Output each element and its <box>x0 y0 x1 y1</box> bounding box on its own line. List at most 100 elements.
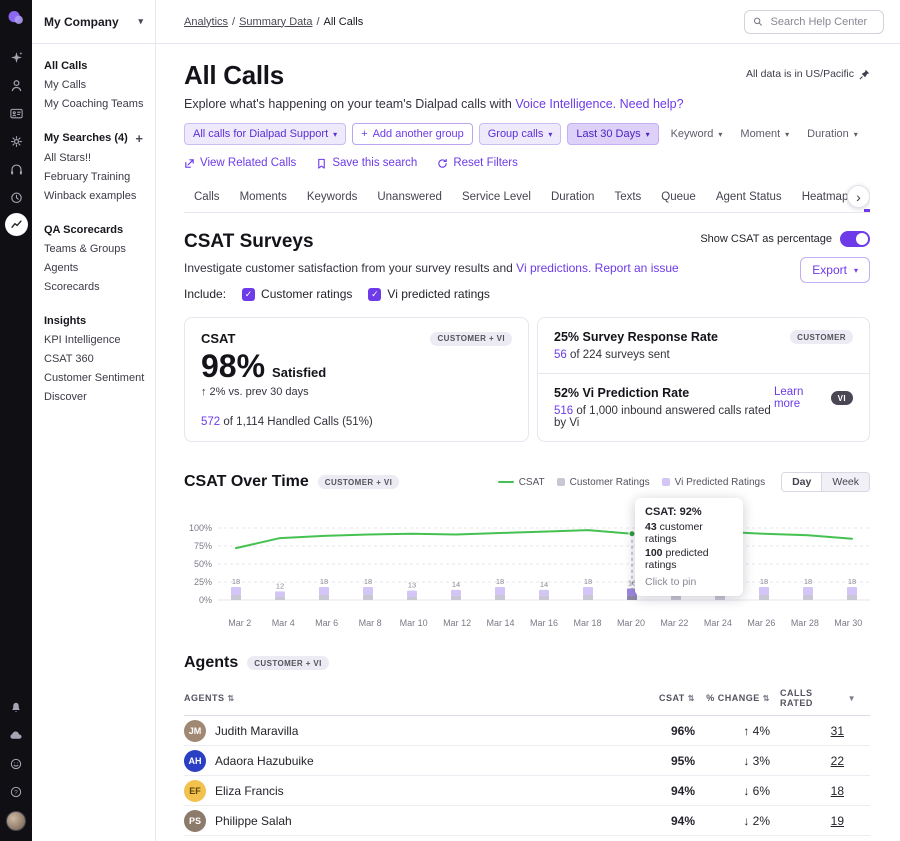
call-type-filter-chip[interactable]: Group calls ▾ <box>479 123 562 145</box>
date-range-filter-chip[interactable]: Last 30 Days ▾ <box>567 123 658 145</box>
customer-ratings-bar[interactable] <box>275 597 285 600</box>
vi-ratings-bar[interactable] <box>583 587 593 595</box>
customer-ratings-bar[interactable] <box>539 596 549 600</box>
sidebar-item-all-stars[interactable]: All Stars!! <box>44 148 143 167</box>
header-calls-rated[interactable]: CALLS RATED▼ <box>780 688 870 708</box>
sidebar-item-my-coaching-teams[interactable]: My Coaching Teams <box>44 94 143 113</box>
duration-filter-chip[interactable]: Duration ▾ <box>801 123 864 145</box>
tab-keywords[interactable]: Keywords <box>297 182 368 212</box>
export-button[interactable]: Export ▾ <box>800 257 870 283</box>
add-group-button[interactable]: + Add another group <box>352 123 473 145</box>
sparkles-icon[interactable] <box>3 45 29 69</box>
vi-ratings-bar[interactable] <box>759 587 769 595</box>
vi-ratings-bar[interactable] <box>451 590 461 596</box>
vi-ratings-bar[interactable] <box>363 587 373 595</box>
agent-calls-link[interactable]: 22 <box>831 754 844 768</box>
dialpad-ai-cloud-icon[interactable] <box>3 724 29 748</box>
notifications-bell-icon[interactable] <box>3 696 29 720</box>
sidebar-item-teams-groups[interactable]: Teams & Groups <box>44 239 143 258</box>
support-headset-icon[interactable] <box>3 157 29 181</box>
view-related-calls-link[interactable]: View Related Calls <box>184 157 296 169</box>
tab-agent-status[interactable]: Agent Status <box>706 182 792 212</box>
tab-moments[interactable]: Moments <box>230 182 297 212</box>
dialpad-logo-icon[interactable] <box>5 7 27 29</box>
report-issue-link[interactable]: Report an issue <box>595 261 679 275</box>
customer-ratings-bar[interactable] <box>231 595 241 600</box>
table-row[interactable]: PSPhilippe Salah 94% ↓ 2% 19 <box>184 806 870 836</box>
customer-ratings-bar[interactable] <box>407 597 417 600</box>
rated-by-vi-link[interactable]: 516 <box>554 405 573 417</box>
sidebar-item-agents[interactable]: Agents <box>44 258 143 277</box>
help-search-box[interactable] <box>744 10 884 34</box>
vi-predictions-link[interactable]: Vi predictions. <box>516 261 591 275</box>
breadcrumb-analytics[interactable]: Analytics <box>184 16 228 28</box>
sidebar-item-all-calls[interactable]: All Calls <box>44 56 143 75</box>
vi-ratings-bar[interactable] <box>539 590 549 596</box>
agent-calls-link[interactable]: 18 <box>831 784 844 798</box>
vi-ratings-bar[interactable] <box>803 587 813 595</box>
vi-predicted-ratings-checkbox[interactable]: ✓ Vi predicted ratings <box>368 287 490 301</box>
customer-ratings-bar[interactable] <box>759 595 769 600</box>
history-icon[interactable] <box>3 185 29 209</box>
customer-ratings-bar[interactable] <box>583 595 593 600</box>
vi-ratings-bar[interactable] <box>231 587 241 595</box>
period-week-button[interactable]: Week <box>822 473 869 491</box>
tabs-overflow-button[interactable]: › <box>847 185 870 208</box>
customer-ratings-bar[interactable] <box>803 595 813 600</box>
handled-calls-link[interactable]: 572 <box>201 416 220 428</box>
header-csat[interactable]: CSAT⇅ <box>615 693 695 703</box>
analytics-icon[interactable] <box>5 213 28 236</box>
add-search-button[interactable]: + <box>135 132 143 145</box>
vi-ratings-bar[interactable] <box>275 591 285 597</box>
period-day-button[interactable]: Day <box>782 473 822 491</box>
tab-queue[interactable]: Queue <box>651 182 706 212</box>
tab-duration[interactable]: Duration <box>541 182 604 212</box>
company-selector[interactable]: My Company ▾ <box>32 0 155 44</box>
tab-service-level[interactable]: Service Level <box>452 182 541 212</box>
help-icon[interactable]: ? <box>3 780 29 804</box>
csat-percentage-toggle[interactable] <box>840 231 870 247</box>
customer-ratings-bar[interactable] <box>715 596 725 600</box>
sidebar-item-customer-sentiment[interactable]: Customer Sentiment <box>44 368 143 387</box>
sidebar-item-discover[interactable]: Discover <box>44 387 143 406</box>
sidebar-item-february-training[interactable]: February Training <box>44 167 143 186</box>
keyword-filter-chip[interactable]: Keyword ▾ <box>665 123 729 145</box>
customer-ratings-bar[interactable] <box>451 596 461 600</box>
header-change[interactable]: % CHANGE⇅ <box>695 693 780 703</box>
table-row[interactable]: JMJudith Maravilla 96% ↑ 4% 31 <box>184 716 870 746</box>
workspaces-icon[interactable] <box>3 101 29 125</box>
vi-ratings-bar[interactable] <box>319 587 329 595</box>
sidebar-item-csat-360[interactable]: CSAT 360 <box>44 349 143 368</box>
reset-filters-link[interactable]: Reset Filters <box>437 157 518 169</box>
table-row[interactable]: EFEliza Francis 94% ↓ 6% 18 <box>184 776 870 806</box>
customer-ratings-bar[interactable] <box>847 595 857 600</box>
moment-filter-chip[interactable]: Moment ▾ <box>734 123 795 145</box>
save-search-link[interactable]: Save this search <box>316 157 417 169</box>
tab-texts[interactable]: Texts <box>604 182 651 212</box>
voice-intelligence-link[interactable]: Voice Intelligence. <box>515 97 616 111</box>
header-agents[interactable]: AGENTS⇅ <box>184 693 615 703</box>
customer-ratings-bar[interactable] <box>319 595 329 600</box>
agent-calls-link[interactable]: 19 <box>831 814 844 828</box>
settings-gear-icon[interactable] <box>3 129 29 153</box>
vi-ratings-bar[interactable] <box>495 587 505 595</box>
tab-unanswered[interactable]: Unanswered <box>367 182 452 212</box>
surveys-sent-link[interactable]: 56 <box>554 349 567 361</box>
help-search-input[interactable] <box>769 15 875 29</box>
sidebar-item-kpi-intelligence[interactable]: KPI Intelligence <box>44 330 143 349</box>
user-avatar[interactable] <box>6 811 26 831</box>
contacts-icon[interactable] <box>3 73 29 97</box>
breadcrumb-summary-data[interactable]: Summary Data <box>239 16 312 28</box>
tab-calls[interactable]: Calls <box>184 182 230 212</box>
group-filter-chip[interactable]: All calls for Dialpad Support ▾ <box>184 123 346 145</box>
customer-ratings-bar[interactable] <box>495 595 505 600</box>
learn-more-link[interactable]: Learn more <box>774 386 824 410</box>
sidebar-item-my-calls[interactable]: My Calls <box>44 75 143 94</box>
vi-ratings-bar[interactable] <box>407 591 417 597</box>
customer-ratings-checkbox[interactable]: ✓ Customer ratings <box>242 287 352 301</box>
agent-calls-link[interactable]: 31 <box>831 724 844 738</box>
feedback-smiley-icon[interactable] <box>3 752 29 776</box>
table-row[interactable]: AHAdaora Hazubuike 95% ↓ 3% 22 <box>184 746 870 776</box>
need-help-link[interactable]: Need help? <box>620 97 684 111</box>
sidebar-item-scorecards[interactable]: Scorecards <box>44 277 143 296</box>
